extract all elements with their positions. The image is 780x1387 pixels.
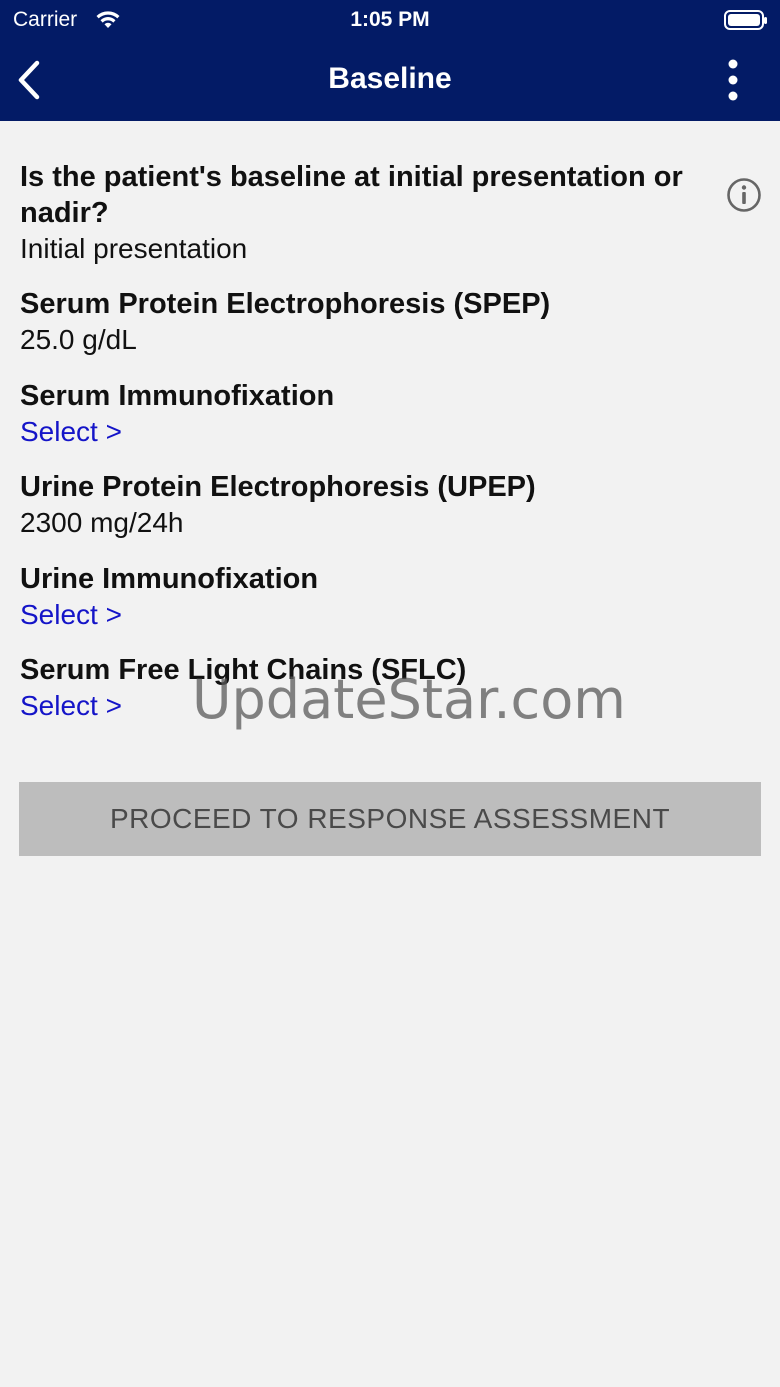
field-value: Initial presentation bbox=[20, 233, 248, 264]
nav-bar: Baseline bbox=[0, 40, 780, 121]
upep-field[interactable]: Urine Protein Electrophoresis (UPEP) 230… bbox=[20, 469, 720, 541]
spep-field[interactable]: Serum Protein Electrophoresis (SPEP) 25.… bbox=[20, 286, 720, 358]
field-label: Urine Immunofixation bbox=[20, 563, 319, 595]
field-label: Serum Free Light Chains (SFLC) bbox=[20, 654, 467, 686]
field-label: Is the patient's baseline at initial pre… bbox=[20, 161, 683, 229]
baseline-timing-field[interactable]: Is the patient's baseline at initial pre… bbox=[20, 159, 720, 267]
more-vertical-icon[interactable] bbox=[720, 58, 746, 102]
app-header: Carrier 1:05 PM Baseline bbox=[0, 0, 780, 121]
select-link[interactable]: Select > bbox=[20, 414, 720, 450]
battery-icon bbox=[724, 10, 767, 30]
info-circle-icon[interactable] bbox=[726, 177, 762, 213]
select-link[interactable]: Select > bbox=[20, 597, 720, 633]
field-label: Serum Immunofixation bbox=[20, 380, 335, 412]
field-value: 25.0 g/dL bbox=[20, 324, 137, 355]
field-value: 2300 mg/24h bbox=[20, 507, 184, 538]
sflc-field[interactable]: Serum Free Light Chains (SFLC) Select > bbox=[20, 652, 720, 724]
page-title: Baseline bbox=[328, 62, 452, 95]
status-bar: Carrier 1:05 PM bbox=[0, 0, 780, 40]
select-link[interactable]: Select > bbox=[20, 688, 720, 724]
field-label: Serum Protein Electrophoresis (SPEP) bbox=[20, 288, 551, 320]
status-time: 1:05 PM bbox=[350, 8, 430, 31]
field-label: Urine Protein Electrophoresis (UPEP) bbox=[20, 471, 536, 503]
proceed-to-response-assessment-button[interactable]: PROCEED TO RESPONSE ASSESSMENT bbox=[19, 782, 761, 856]
urine-immunofixation-field[interactable]: Urine Immunofixation Select > bbox=[20, 561, 720, 633]
serum-immunofixation-field[interactable]: Serum Immunofixation Select > bbox=[20, 378, 720, 450]
